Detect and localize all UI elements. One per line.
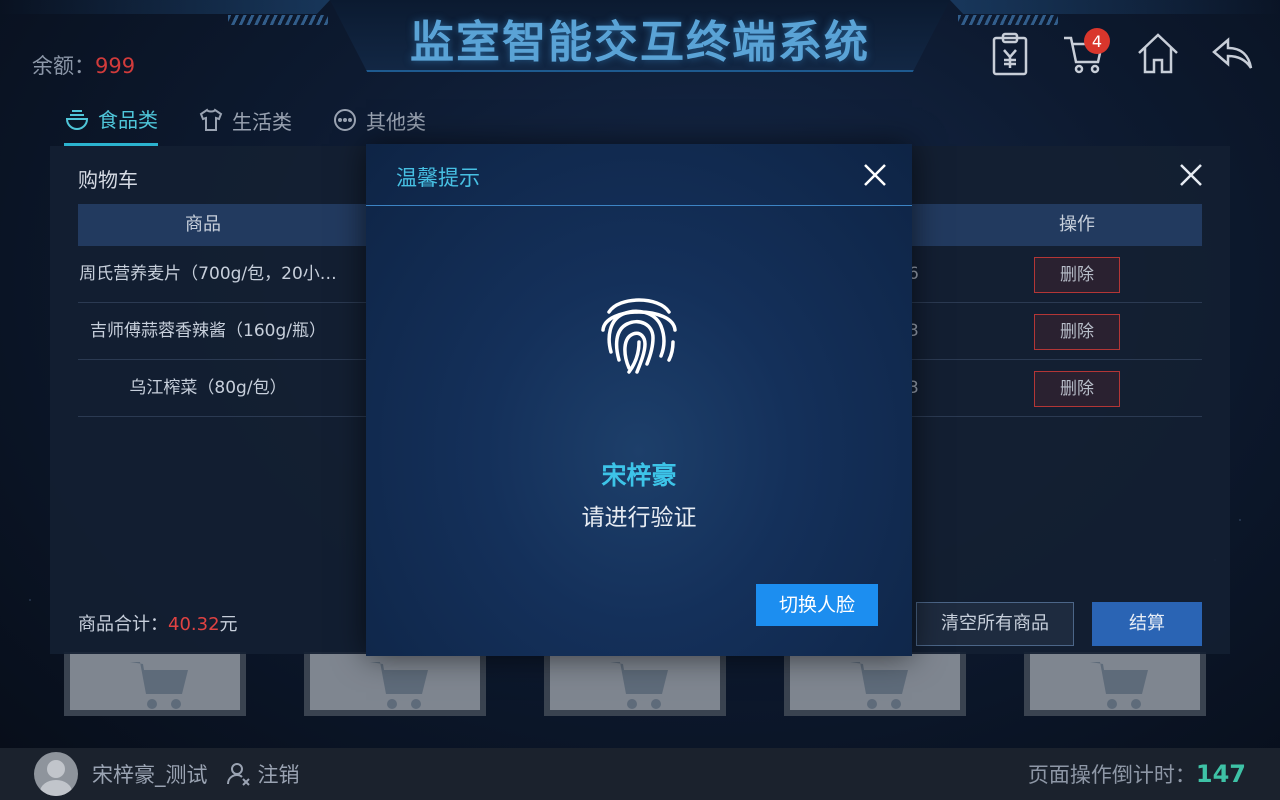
cart-total: 商品合计：40.32元 [78,610,238,636]
modal-user-name: 宋梓豪 [601,461,677,490]
tab-food-label: 食品类 [98,108,158,132]
app-title: 监室智能交互终端系统 [410,17,870,68]
cart-button[interactable]: 4 [1062,28,1110,76]
title-edge-left [0,0,330,14]
row-goods-name: 乌江榨菜（80g/包） [129,378,287,398]
cart-placeholder-icon [610,662,668,709]
cart-placeholder-icon [370,662,428,709]
tab-daily-label: 生活类 [232,109,292,134]
row-goods-name: 吉师傅蒜蓉香辣酱（160g/瓶） [90,321,326,341]
cart-title: 购物车 [78,168,138,192]
balance-value: 999 [95,54,136,78]
top-toolbar: 4 [988,28,1254,76]
product-card[interactable] [544,652,726,716]
product-card[interactable] [784,652,966,716]
more-icon [334,109,356,131]
row-goods-name: 周氏营养麦片（700g/包，20小… [79,264,337,284]
countdown-value: 147 [1195,760,1246,788]
modal-title: 温馨提示 [396,166,480,190]
modal-message: 请进行验证 [581,505,697,531]
modal-close-icon[interactable] [862,162,888,188]
product-card[interactable] [304,652,486,716]
back-button[interactable] [1210,30,1254,76]
balance-label: 余额： [32,54,95,78]
countdown-label: 页面操作倒计时： [1027,763,1196,787]
product-card[interactable] [64,652,246,716]
receipt-icon [992,32,1028,76]
receipt-button[interactable] [988,30,1032,76]
cart-placeholder-icon [130,662,188,709]
title-stripes-left [228,15,328,25]
logout-label: 注销 [257,763,300,787]
home-button[interactable] [1136,30,1180,76]
tab-other[interactable]: 其他类 [332,104,426,146]
product-grid [64,652,1206,716]
bowl-icon [65,109,89,130]
countdown: 页面操作倒计时：147 [1028,759,1246,789]
avatar [34,752,78,796]
category-tabs: 食品类 生活类 其他类 [64,104,426,146]
shirt-icon [199,108,223,131]
delete-button[interactable]: 删除 [1034,257,1120,293]
column-header-goods: 商品 [185,214,221,235]
delete-button[interactable]: 删除 [1034,314,1120,350]
balance: 余额：999 [32,50,135,80]
product-card[interactable] [1024,652,1206,716]
cart-placeholder-icon [1090,662,1148,709]
bottom-bar: 宋梓豪_测试 注销 页面操作倒计时：147 [0,748,1280,800]
total-value: 40.32 [168,614,220,635]
cart-close-icon[interactable] [1178,162,1204,188]
fingerprint-icon [601,298,677,374]
delete-button[interactable]: 删除 [1034,371,1120,407]
verification-modal: 温馨提示 宋梓豪 请进行验证 切换人脸 [366,144,912,656]
back-icon [1212,37,1253,69]
cart-count-badge: 4 [1084,28,1110,54]
total-unit: 元 [219,614,238,635]
clear-all-button[interactable]: 清空所有商品 [916,602,1074,646]
logout-user-icon [226,763,250,786]
checkout-button[interactable]: 结算 [1092,602,1202,646]
user-name: 宋梓豪_测试 [92,763,208,787]
tab-daily[interactable]: 生活类 [198,104,292,146]
modal-header: 温馨提示 [366,144,912,206]
logout-button[interactable]: 注销 [226,759,300,789]
cart-placeholder-icon [850,662,908,709]
title-stripes-right [958,15,1058,25]
switch-face-button[interactable]: 切换人脸 [756,584,878,626]
home-icon [1138,33,1178,74]
total-label: 商品合计： [78,614,168,635]
tab-other-label: 其他类 [366,109,426,134]
title-edge-right [950,0,1280,14]
tab-food[interactable]: 食品类 [64,104,158,146]
column-header-operation: 操作 [1059,214,1095,235]
